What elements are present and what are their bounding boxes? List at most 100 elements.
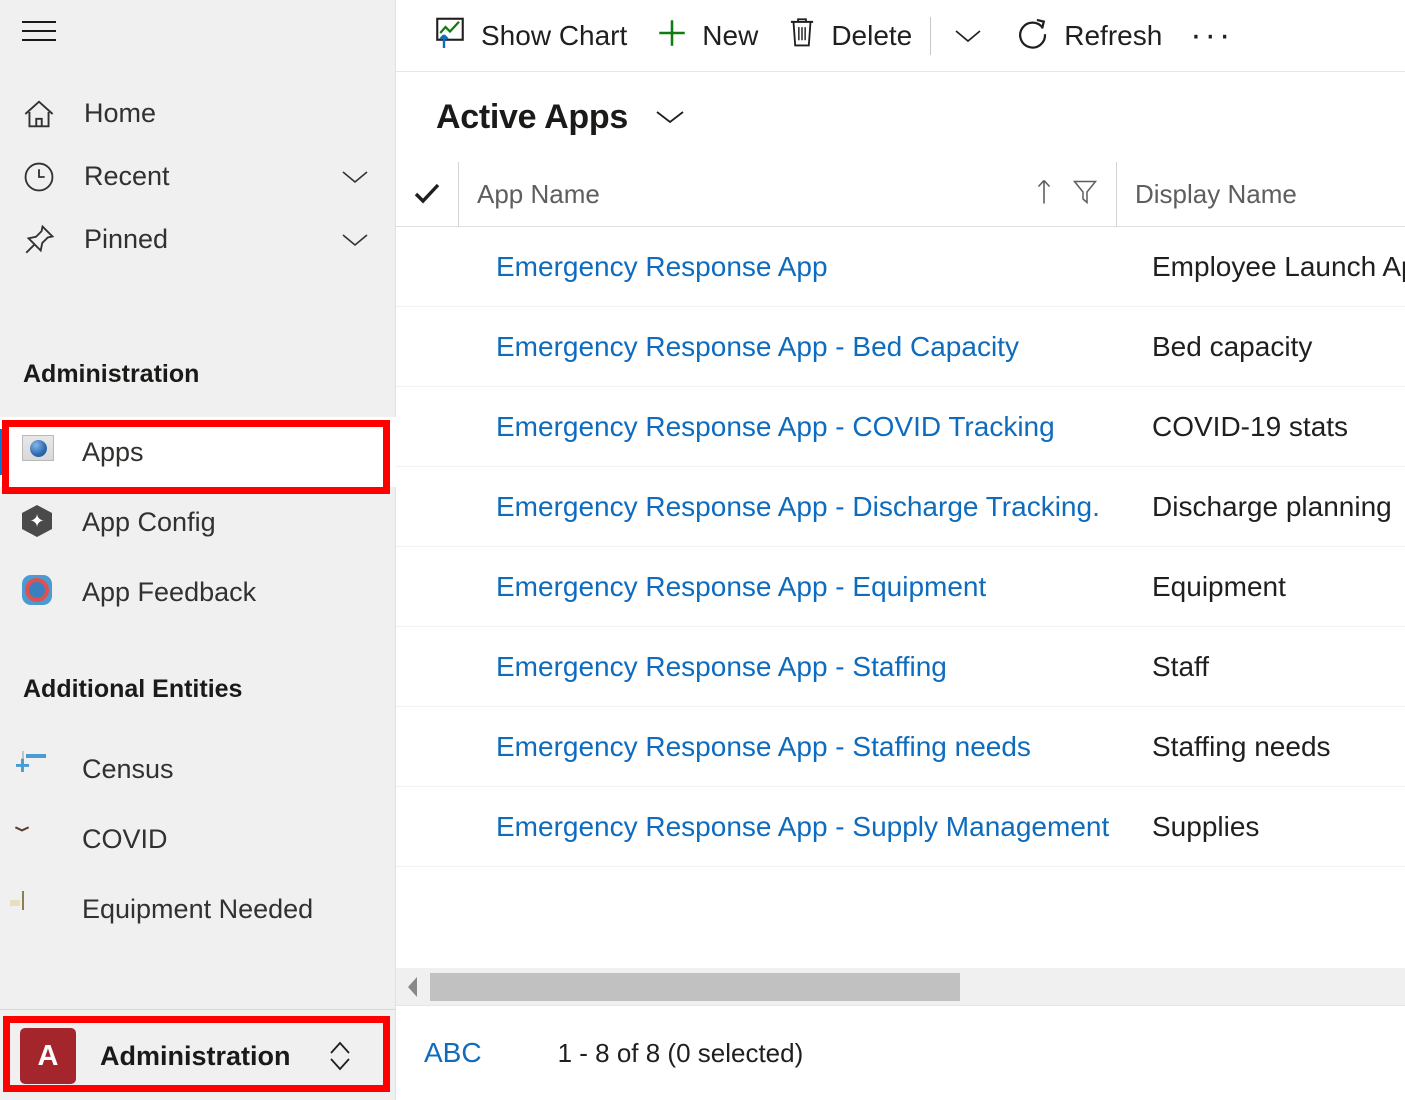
chevron-down-icon[interactable]	[341, 232, 369, 248]
table-row[interactable]: Emergency Response App - Supply Manageme…	[396, 787, 1405, 867]
sidebar-group-additional-entities: Additional Entities Census COVID Equipme…	[0, 675, 396, 944]
cell-display-name: Staffing needs	[1116, 731, 1405, 763]
table-row[interactable]: Emergency Response App - COVID Tracking …	[396, 387, 1405, 467]
refresh-button[interactable]: Refresh	[1001, 8, 1176, 64]
trash-icon	[786, 16, 818, 55]
document-plus-icon	[22, 751, 56, 786]
sidebar-item-label: App Config	[82, 506, 216, 537]
display-name-text: Employee Launch App	[1152, 250, 1405, 282]
table-row[interactable]: Emergency Response App - Staffing needs …	[396, 707, 1405, 787]
cell-display-name: COVID-19 stats	[1116, 411, 1405, 443]
view-bar: Active Apps Search for records	[396, 72, 1405, 162]
clock-icon	[22, 159, 62, 195]
app-name-link[interactable]: Emergency Response App - Equipment	[496, 571, 1116, 603]
display-name-text: Supplies	[1152, 810, 1260, 842]
app-root: Home Recent Pinned Administration Apps ✦…	[0, 0, 1405, 1100]
sidebar-item-app-config[interactable]: ✦ App Config	[0, 487, 396, 557]
hex-wrench-icon: ✦	[22, 505, 56, 539]
sidebar-item-pinned[interactable]: Pinned	[0, 208, 396, 271]
box-icon	[22, 891, 56, 926]
select-all-checkmark-icon[interactable]	[396, 181, 458, 207]
app-name-link[interactable]: Emergency Response App - Discharge Track…	[496, 491, 1116, 523]
more-commands-icon[interactable]: ···	[1176, 18, 1247, 53]
table-row[interactable]: Emergency Response App - Equipment Equip…	[396, 547, 1405, 627]
up-down-chevron-icon[interactable]	[327, 1039, 353, 1073]
globe-monitor-icon	[22, 435, 56, 469]
app-name-link[interactable]: Emergency Response App - Staffing	[496, 651, 1116, 683]
sidebar: Home Recent Pinned Administration Apps ✦…	[0, 0, 396, 1100]
command-bar: Show Chart New Delete Refresh ···	[396, 0, 1405, 72]
app-name-link[interactable]: Emergency Response App	[496, 251, 1116, 283]
table-row[interactable]: Emergency Response App - Staffing Staff	[396, 627, 1405, 707]
alpha-index-abc-link[interactable]: ABC	[424, 1037, 482, 1069]
cell-app-name: Emergency Response App - Supply Manageme…	[458, 811, 1116, 843]
filter-icon[interactable]	[1072, 178, 1098, 211]
sort-ascending-icon[interactable]	[1034, 177, 1054, 212]
display-name-text: Bed capacity	[1152, 330, 1313, 362]
cell-display-name: Equipment	[1116, 571, 1405, 603]
new-button[interactable]: New	[641, 8, 772, 64]
column-header-display-name[interactable]: Display Name	[1116, 161, 1405, 227]
table-row[interactable]: Emergency Response App - Discharge Track…	[396, 467, 1405, 547]
cell-display-name: Bed capacity	[1116, 331, 1405, 363]
pin-icon	[22, 222, 62, 258]
cell-app-name: Emergency Response App	[458, 251, 1116, 283]
sidebar-divider	[0, 1009, 395, 1010]
view-title: Active Apps	[436, 97, 628, 136]
scrollbar-thumb[interactable]	[430, 972, 960, 1001]
plus-icon	[655, 16, 689, 55]
column-header-label: Display Name	[1135, 178, 1297, 209]
app-name-link[interactable]: Emergency Response App - Staffing needs	[496, 731, 1116, 763]
cell-app-name: Emergency Response App - Discharge Track…	[458, 491, 1116, 523]
horizontal-scrollbar[interactable]	[396, 967, 1405, 1005]
chevron-down-icon[interactable]	[341, 169, 369, 185]
display-name-text: Discharge planning	[1152, 490, 1392, 522]
cell-display-name: Staff	[1116, 651, 1405, 683]
bug-icon	[22, 822, 56, 856]
cell-app-name: Emergency Response App - Bed Capacity	[458, 331, 1116, 363]
table-row[interactable]: Emergency Response App Employee Launch A…	[396, 227, 1405, 307]
app-name-link[interactable]: Emergency Response App - Supply Manageme…	[496, 811, 1116, 843]
area-switcher[interactable]: A Administration	[10, 1016, 388, 1096]
column-header-app-name[interactable]: App Name	[458, 161, 1116, 227]
sidebar-item-app-feedback[interactable]: App Feedback	[0, 557, 396, 627]
show-chart-label: Show Chart	[481, 19, 628, 51]
app-name-link[interactable]: Emergency Response App - COVID Tracking	[496, 411, 1116, 443]
status-bar: ABC 1 - 8 of 8 (0 selected)	[396, 1005, 1405, 1100]
overflow-chevron-down-icon[interactable]	[935, 27, 1001, 45]
sidebar-primary-nav: Home Recent Pinned	[0, 82, 396, 271]
grid-body: Emergency Response App Employee Launch A…	[396, 227, 1405, 867]
sidebar-item-home[interactable]: Home	[0, 82, 396, 145]
cell-app-name: Emergency Response App - COVID Tracking	[458, 411, 1116, 443]
cell-display-name: Employee Launch App	[1116, 251, 1405, 283]
table-row[interactable]: Emergency Response App - Bed Capacity Be…	[396, 307, 1405, 387]
app-name-link[interactable]: Emergency Response App - Bed Capacity	[496, 331, 1116, 363]
sidebar-item-label: Recent	[84, 161, 170, 191]
show-chart-button[interactable]: Show Chart	[418, 8, 641, 64]
new-label: New	[702, 19, 759, 51]
sidebar-item-label: COVID	[82, 823, 168, 854]
view-selector-chevron-down-icon[interactable]	[654, 108, 686, 126]
sidebar-item-label: Census	[82, 753, 174, 784]
scroll-left-arrow-icon[interactable]	[396, 968, 430, 1006]
toolbar-divider	[930, 16, 932, 55]
sidebar-item-apps[interactable]: Apps	[0, 417, 396, 487]
cell-app-name: Emergency Response App - Staffing needs	[458, 731, 1116, 763]
sidebar-item-equipment-needed[interactable]: Equipment Needed	[0, 874, 396, 944]
refresh-icon	[1015, 15, 1051, 56]
display-name-text: COVID-19 stats	[1152, 410, 1349, 442]
cell-display-name: Discharge planning	[1116, 491, 1405, 523]
sidebar-item-census[interactable]: Census	[0, 734, 396, 804]
display-name-text: Equipment	[1152, 570, 1286, 602]
cell-app-name: Emergency Response App - Equipment	[458, 571, 1116, 603]
delete-button[interactable]: Delete	[772, 8, 926, 64]
sidebar-item-recent[interactable]: Recent	[0, 145, 396, 208]
column-header-label: App Name	[477, 178, 600, 209]
sidebar-item-label: Equipment Needed	[82, 893, 314, 924]
grid-header: App Name Display Name	[396, 161, 1405, 227]
hamburger-menu-icon[interactable]	[22, 21, 56, 43]
sidebar-group-title: Administration	[23, 360, 200, 388]
life-ring-icon	[22, 575, 56, 609]
column-header-icons	[1034, 177, 1098, 212]
sidebar-item-covid[interactable]: COVID	[0, 804, 396, 874]
